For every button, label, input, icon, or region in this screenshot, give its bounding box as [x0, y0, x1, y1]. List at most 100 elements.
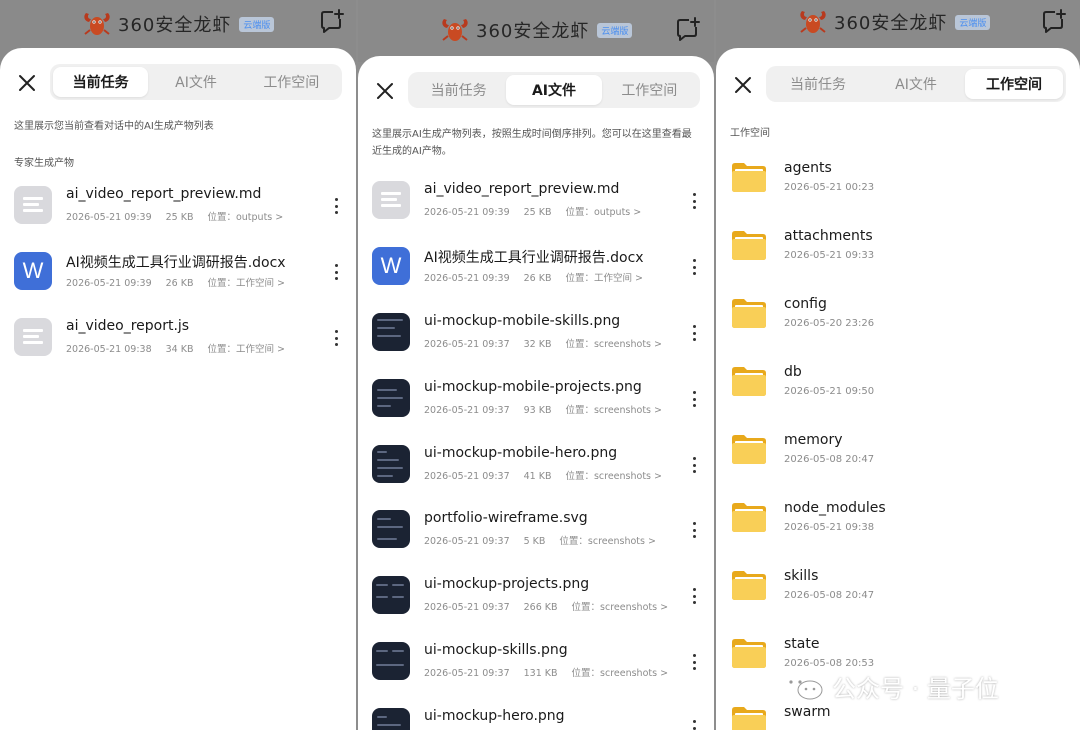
file-name: ui-mockup-skills.png [424, 642, 568, 658]
folder-row[interactable]: db 2026-05-21 09:50 [716, 356, 1080, 410]
more-options-icon[interactable] [692, 720, 696, 730]
file-row[interactable]: ui-mockup-projects.png 2026-05-21 09:37 2… [358, 568, 714, 622]
more-options-icon[interactable] [334, 264, 338, 280]
file-row[interactable]: W AI视频生成工具行业调研报告.docx 2026-05-21 09:39 26… [0, 244, 356, 298]
tab-workspace[interactable]: 工作空间 [965, 69, 1063, 99]
file-location-link[interactable]: 位置：outputs > [565, 207, 641, 218]
file-location-link[interactable]: 位置：screenshots > [572, 668, 669, 679]
file-location-link[interactable]: 位置：screenshots > [559, 536, 656, 547]
new-chat-icon[interactable] [318, 8, 346, 36]
bottom-sheet: 当前任务 AI文件 工作空间 这里展示AI生成产物列表，按照生成时间倒序排列。您… [358, 56, 714, 730]
close-icon[interactable] [16, 72, 38, 94]
more-options-icon[interactable] [692, 588, 696, 604]
file-location-link[interactable]: 位置：工作空间 > [565, 273, 642, 284]
more-options-icon[interactable] [692, 457, 696, 473]
more-options-icon[interactable] [692, 259, 696, 275]
file-location-link[interactable]: 位置：screenshots > [565, 339, 662, 350]
folder-icon [730, 362, 768, 398]
file-name: ai_video_report.js [66, 318, 190, 334]
file-row[interactable]: ai_video_report_preview.md 2026-05-21 09… [0, 178, 356, 232]
file-meta: 2026-05-21 09:37 41 KB 位置：screenshots > [424, 471, 662, 482]
file-meta: 2026-05-21 09:39 25 KB 位置：outputs > [424, 207, 642, 218]
new-chat-icon[interactable] [1040, 8, 1068, 36]
folder-row[interactable]: attachments 2026-05-21 09:33 [716, 220, 1080, 274]
file-row[interactable]: ai_video_report_preview.md 2026-05-21 09… [358, 173, 714, 227]
file-name: ui-mockup-projects.png [424, 576, 590, 592]
tab-current-task[interactable]: 当前任务 [411, 75, 506, 105]
file-row[interactable]: ui-mockup-mobile-skills.png 2026-05-21 0… [358, 305, 714, 359]
folder-name: node_modules [784, 500, 886, 516]
more-options-icon[interactable] [692, 522, 696, 538]
tab-switcher: 当前任务 AI文件 工作空间 [408, 72, 700, 108]
file-row[interactable]: W AI视频生成工具行业调研报告.docx 2026-05-21 09:39 26… [358, 239, 714, 293]
folder-row[interactable]: node_modules 2026-05-21 09:38 [716, 492, 1080, 546]
file-location-link[interactable]: 位置：screenshots > [565, 405, 662, 416]
tab-ai-files[interactable]: AI文件 [506, 75, 602, 105]
folder-row[interactable]: memory 2026-05-08 20:47 [716, 424, 1080, 478]
more-options-icon[interactable] [692, 193, 696, 209]
more-options-icon[interactable] [334, 198, 338, 214]
word-doc-icon: W [372, 247, 410, 285]
file-row[interactable]: ai_video_report.js 2026-05-21 09:38 34 KB… [0, 310, 356, 364]
tab-workspace[interactable]: 工作空间 [602, 75, 697, 105]
tab-ai-files[interactable]: AI文件 [867, 69, 965, 99]
folder-name: skills [784, 568, 819, 584]
image-thumbnail-icon [372, 642, 410, 680]
folder-date: 2026-05-20 23:26 [784, 318, 875, 329]
version-tag: 云端版 [955, 14, 991, 30]
more-options-icon[interactable] [692, 654, 696, 670]
folder-row[interactable]: config 2026-05-20 23:26 [716, 288, 1080, 342]
more-options-icon[interactable] [334, 330, 338, 346]
file-meta: 2026-05-21 09:39 26 KB 位置：工作空间 > [66, 278, 285, 289]
folder-icon [730, 702, 768, 730]
file-meta: 2026-05-21 09:37 93 KB 位置：screenshots > [424, 405, 662, 416]
image-thumbnail-icon [372, 708, 410, 730]
file-location-link[interactable]: 位置：screenshots > [572, 602, 669, 613]
panel-description: 这里展示AI生成产物列表，按照生成时间倒序排列。您可以在这里查看最近生成的AI产… [372, 129, 692, 157]
tab-ai-files[interactable]: AI文件 [148, 67, 243, 97]
file-name: ai_video_report_preview.md [424, 181, 620, 197]
brand-name: 360安全龙虾 [476, 21, 590, 42]
tab-current-task[interactable]: 当前任务 [53, 67, 149, 97]
more-options-icon[interactable] [692, 325, 696, 341]
folder-date: 2026-05-08 20:47 [784, 590, 875, 601]
folder-icon [730, 634, 768, 670]
file-location-link[interactable]: 位置：工作空间 > [207, 278, 284, 289]
panel-workspace: 360安全龙虾 云端版 当前任务 AI文件 工作空间 工作空间 agents 2… [716, 0, 1080, 730]
file-row[interactable]: ui-mockup-hero.png [358, 700, 714, 730]
folder-date: 2026-05-21 09:33 [784, 250, 875, 261]
file-row[interactable]: portfolio-wireframe.svg 2026-05-21 09:37… [358, 502, 714, 556]
more-options-icon[interactable] [692, 391, 696, 407]
watermark: 公众号 · 量子位 [780, 668, 999, 704]
file-location-link[interactable]: 位置：screenshots > [565, 471, 662, 482]
folder-row[interactable]: agents 2026-05-21 00:23 [716, 152, 1080, 206]
file-row[interactable]: ui-mockup-skills.png 2026-05-21 09:37 131… [358, 634, 714, 688]
tab-workspace[interactable]: 工作空间 [244, 67, 339, 97]
panel-description: 这里展示您当前查看对话中的AI生成产物列表 [14, 121, 214, 132]
folder-icon [730, 226, 768, 262]
image-thumbnail-icon [372, 510, 410, 548]
file-location-link[interactable]: 位置：outputs > [207, 212, 283, 223]
panel-ai-files: 360安全龙虾 云端版 当前任务 AI文件 工作空间 这里展示AI生成产物列表，… [358, 0, 714, 730]
tab-switcher: 当前任务 AI文件 工作空间 [50, 64, 342, 100]
close-icon[interactable] [732, 74, 754, 96]
folder-row[interactable]: skills 2026-05-08 20:47 [716, 560, 1080, 614]
file-meta: 2026-05-21 09:37 5 KB 位置：screenshots > [424, 536, 656, 547]
tab-switcher: 当前任务 AI文件 工作空间 [766, 66, 1066, 102]
image-thumbnail-icon [372, 445, 410, 483]
new-chat-icon[interactable] [674, 16, 702, 44]
close-icon[interactable] [374, 80, 396, 102]
image-thumbnail-icon [372, 379, 410, 417]
tab-current-task[interactable]: 当前任务 [769, 69, 867, 99]
brand-name: 360安全龙虾 [118, 15, 232, 36]
folder-icon [730, 158, 768, 194]
app-brand: 360安全龙虾 云端版 [798, 8, 991, 36]
panel-current-task: 360安全龙虾 云端版 当前任务 AI文件 工作空间 这里展示您当前查看对话中的… [0, 0, 356, 730]
text-file-icon [372, 181, 410, 219]
brand-name: 360安全龙虾 [834, 13, 948, 34]
file-location-link[interactable]: 位置：工作空间 > [207, 344, 284, 355]
folder-icon [730, 566, 768, 602]
file-row[interactable]: ui-mockup-mobile-projects.png 2026-05-21… [358, 371, 714, 425]
file-row[interactable]: ui-mockup-mobile-hero.png 2026-05-21 09:… [358, 437, 714, 491]
folder-icon [730, 498, 768, 534]
